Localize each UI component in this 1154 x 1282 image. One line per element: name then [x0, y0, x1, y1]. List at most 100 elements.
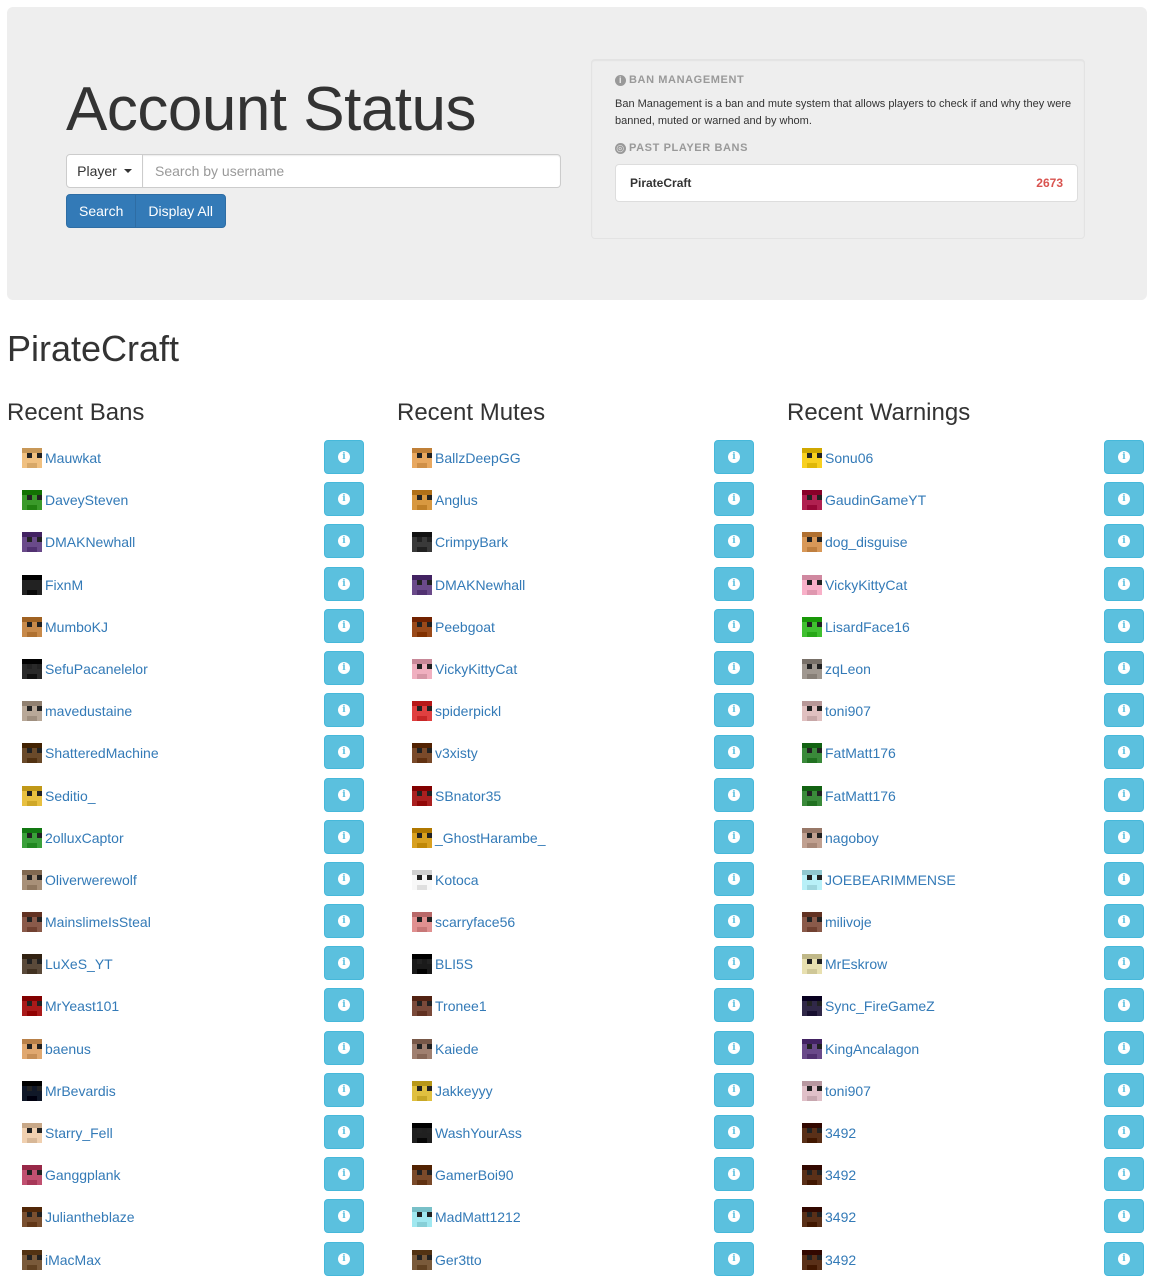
player-link[interactable]: baenus: [45, 1039, 91, 1059]
player-link[interactable]: Mauwkat: [45, 448, 101, 468]
player-link[interactable]: SefuPacanelelor: [45, 659, 148, 679]
player-link[interactable]: Seditio_: [45, 786, 96, 806]
info-button[interactable]: i: [714, 650, 754, 685]
info-button[interactable]: i: [714, 1072, 754, 1107]
info-button[interactable]: i: [324, 777, 364, 812]
info-button[interactable]: i: [1104, 1241, 1144, 1276]
info-button[interactable]: i: [1104, 1115, 1144, 1149]
info-button[interactable]: i: [324, 1241, 364, 1276]
info-button[interactable]: i: [324, 819, 364, 854]
server-list-item[interactable]: PirateCraft 2673: [615, 164, 1078, 202]
player-link[interactable]: LuXeS_YT: [45, 954, 113, 974]
info-button[interactable]: i: [1104, 1072, 1144, 1107]
info-button[interactable]: i: [324, 904, 364, 939]
info-button[interactable]: i: [324, 861, 364, 896]
info-button[interactable]: i: [714, 904, 754, 939]
player-link[interactable]: DMAKNewhall: [435, 575, 525, 595]
player-link[interactable]: v3xisty: [435, 743, 478, 763]
player-link[interactable]: Anglus: [435, 490, 478, 510]
info-button[interactable]: i: [324, 735, 364, 770]
info-button[interactable]: i: [324, 1030, 364, 1065]
player-link[interactable]: 3492: [825, 1123, 856, 1143]
info-button[interactable]: i: [324, 650, 364, 685]
player-link[interactable]: VickyKittyCat: [825, 575, 907, 595]
info-button[interactable]: i: [324, 946, 364, 981]
player-link[interactable]: FixnM: [45, 575, 83, 595]
player-link[interactable]: MainslimeIsSteal: [45, 912, 151, 932]
player-link[interactable]: MrYeast101: [45, 996, 119, 1016]
player-link[interactable]: _GhostHarambe_: [435, 828, 546, 848]
player-link[interactable]: Kaiede: [435, 1039, 479, 1059]
player-link[interactable]: SBnator35: [435, 786, 501, 806]
player-link[interactable]: nagoboy: [825, 828, 879, 848]
player-link[interactable]: toni907: [825, 701, 871, 721]
player-link[interactable]: MrEskrow: [825, 954, 887, 974]
info-button[interactable]: i: [1104, 693, 1144, 728]
info-button[interactable]: i: [1104, 1157, 1144, 1192]
info-button[interactable]: i: [714, 819, 754, 854]
player-link[interactable]: GaudinGameYT: [825, 490, 926, 510]
player-link[interactable]: WashYourAss: [435, 1123, 522, 1143]
player-link[interactable]: dog_disguise: [825, 532, 908, 552]
info-button[interactable]: i: [714, 608, 754, 643]
player-link[interactable]: 2olluxCaptor: [45, 828, 124, 848]
info-button[interactable]: i: [714, 693, 754, 728]
info-button[interactable]: i: [714, 440, 754, 474]
info-button[interactable]: i: [714, 566, 754, 601]
player-link[interactable]: BallzDeepGG: [435, 448, 521, 468]
player-link[interactable]: Juliantheblaze: [45, 1207, 135, 1227]
info-button[interactable]: i: [324, 1199, 364, 1234]
info-button[interactable]: i: [714, 1115, 754, 1149]
player-link[interactable]: JOEBEARIMMENSE: [825, 870, 956, 890]
player-link[interactable]: ShatteredMachine: [45, 743, 159, 763]
info-button[interactable]: i: [1104, 1199, 1144, 1234]
player-link[interactable]: 3492: [825, 1207, 856, 1227]
info-button[interactable]: i: [1104, 524, 1144, 559]
info-button[interactable]: i: [1104, 777, 1144, 812]
info-button[interactable]: i: [1104, 988, 1144, 1023]
player-link[interactable]: iMacMax: [45, 1250, 101, 1270]
info-button[interactable]: i: [714, 482, 754, 517]
player-link[interactable]: FatMatt176: [825, 786, 896, 806]
player-link[interactable]: Peebgoat: [435, 617, 495, 637]
info-button[interactable]: i: [324, 988, 364, 1023]
player-link[interactable]: MadMatt1212: [435, 1207, 521, 1227]
info-button[interactable]: i: [324, 482, 364, 517]
info-button[interactable]: i: [1104, 566, 1144, 601]
info-button[interactable]: i: [1104, 1030, 1144, 1065]
player-link[interactable]: Kotoca: [435, 870, 479, 890]
info-button[interactable]: i: [714, 1199, 754, 1234]
player-link[interactable]: Oliverwerewolf: [45, 870, 137, 890]
info-button[interactable]: i: [714, 861, 754, 896]
display-all-button[interactable]: Display All: [135, 194, 226, 228]
player-link[interactable]: BLI5S: [435, 954, 473, 974]
player-link[interactable]: Tronee1: [435, 996, 487, 1016]
player-link[interactable]: mavedustaine: [45, 701, 132, 721]
info-button[interactable]: i: [714, 1241, 754, 1276]
player-link[interactable]: CrimpyBark: [435, 532, 508, 552]
player-link[interactable]: zqLeon: [825, 659, 871, 679]
info-button[interactable]: i: [1104, 650, 1144, 685]
player-link[interactable]: Starry_Fell: [45, 1123, 113, 1143]
info-button[interactable]: i: [324, 566, 364, 601]
player-link[interactable]: DMAKNewhall: [45, 532, 135, 552]
info-button[interactable]: i: [324, 440, 364, 474]
player-link[interactable]: LisardFace16: [825, 617, 910, 637]
search-button[interactable]: Search: [66, 194, 137, 228]
info-button[interactable]: i: [714, 524, 754, 559]
search-type-dropdown[interactable]: Player: [66, 154, 143, 188]
player-link[interactable]: GamerBoi90: [435, 1165, 514, 1185]
info-button[interactable]: i: [324, 524, 364, 559]
info-button[interactable]: i: [324, 1072, 364, 1107]
player-link[interactable]: MumboKJ: [45, 617, 108, 637]
info-button[interactable]: i: [324, 1115, 364, 1149]
info-button[interactable]: i: [324, 608, 364, 643]
player-link[interactable]: toni907: [825, 1081, 871, 1101]
info-button[interactable]: i: [714, 1157, 754, 1192]
info-button[interactable]: i: [1104, 904, 1144, 939]
player-link[interactable]: 3492: [825, 1165, 856, 1185]
player-link[interactable]: KingAncalagon: [825, 1039, 919, 1059]
info-button[interactable]: i: [1104, 946, 1144, 981]
player-link[interactable]: FatMatt176: [825, 743, 896, 763]
player-link[interactable]: DaveySteven: [45, 490, 128, 510]
